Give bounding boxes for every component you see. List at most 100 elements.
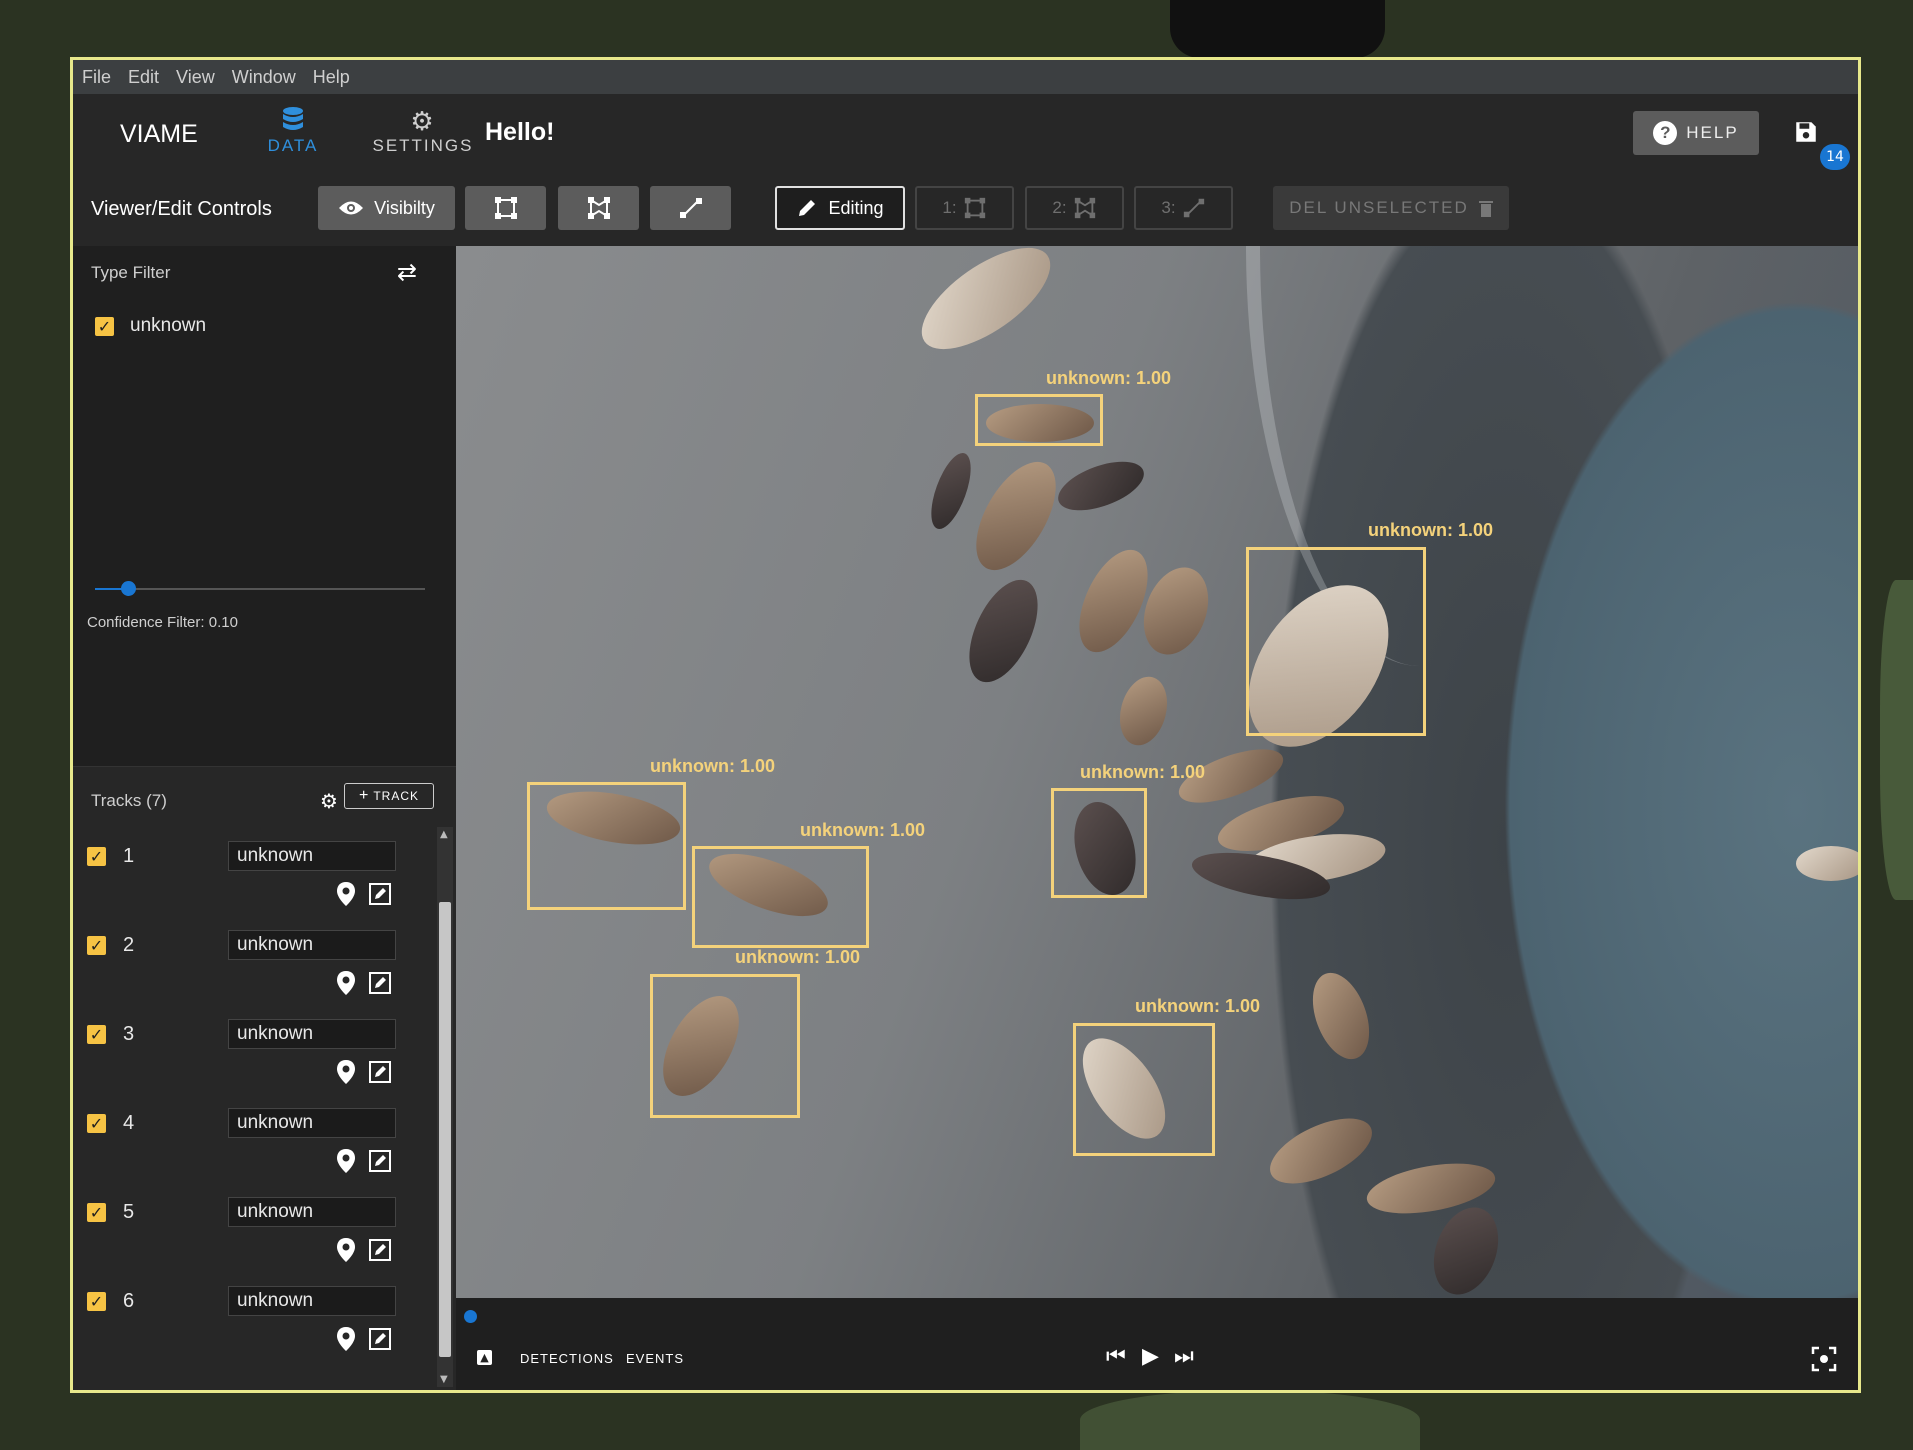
chevron-up-icon[interactable]: ▲ — [477, 1350, 492, 1365]
bounding-box-icon — [494, 197, 517, 219]
track-type-field[interactable]: unknown — [228, 1108, 396, 1138]
menu-edit[interactable]: Edit — [128, 67, 159, 88]
map-pin-icon[interactable] — [336, 1237, 356, 1263]
scroll-up-icon[interactable]: ▲ — [440, 829, 448, 840]
track-row[interactable]: ✓ 3 unknown — [73, 1015, 433, 1104]
polygon-visibility-button[interactable] — [558, 186, 639, 230]
map-pin-icon[interactable] — [336, 970, 356, 996]
detection-label: unknown: 1.00 — [650, 756, 776, 776]
track-type-field[interactable]: unknown — [228, 930, 396, 960]
skip-previous-icon[interactable]: ⏮ — [1106, 1344, 1126, 1369]
confidence-slider-handle[interactable] — [121, 581, 136, 596]
detection-label: unknown: 1.00 — [1080, 762, 1206, 782]
polygon-icon — [1074, 197, 1095, 219]
sea-lion — [955, 569, 1052, 693]
type-filter-checkbox[interactable]: ✓ — [95, 317, 114, 336]
edit-icon[interactable] — [369, 972, 391, 994]
menu-help[interactable]: Help — [313, 67, 350, 88]
unsaved-count-badge: 14 — [1820, 144, 1850, 170]
tab-detections[interactable]: DETECTIONS — [520, 1351, 614, 1366]
visibility-button[interactable]: Visibilty — [318, 186, 455, 230]
track-checkbox[interactable]: ✓ — [87, 936, 106, 955]
help-button[interactable]: ? HELP — [1633, 111, 1759, 155]
skip-next-icon[interactable]: ⏭ — [1174, 1344, 1194, 1369]
tab-data[interactable]: DATA — [243, 106, 343, 156]
track-row[interactable]: ✓ 5 unknown — [73, 1193, 433, 1282]
tab-settings-label: SETTINGS — [372, 136, 474, 155]
tracks-scrollbar[interactable]: ▲ ▼ — [437, 827, 453, 1387]
edit-icon[interactable] — [369, 883, 391, 905]
track-checkbox[interactable]: ✓ — [87, 1025, 106, 1044]
editing-button[interactable]: Editing — [775, 186, 905, 230]
detection-box[interactable] — [527, 782, 686, 910]
detection-box[interactable] — [1073, 1023, 1215, 1156]
menu-file[interactable]: File — [82, 67, 111, 88]
play-icon[interactable]: ▶ — [1142, 1344, 1159, 1369]
brand-title[interactable]: VIAME — [120, 120, 198, 149]
track-type-field[interactable]: unknown — [228, 1286, 396, 1316]
detection-box[interactable] — [692, 846, 869, 948]
bounding-box-icon — [964, 197, 985, 219]
mode-1-label: 1: — [942, 198, 957, 217]
swap-icon[interactable]: ⇄ — [397, 258, 417, 286]
map-pin-icon[interactable] — [336, 1326, 356, 1352]
sea-lion — [960, 449, 1072, 583]
map-pin-icon[interactable] — [336, 1059, 356, 1085]
add-track-button[interactable]: + TRACK — [344, 783, 434, 809]
gear-icon[interactable]: ⚙ — [320, 789, 338, 813]
edit-icon[interactable] — [369, 1328, 391, 1350]
line-visibility-button[interactable] — [650, 186, 731, 230]
scroll-thumb[interactable] — [439, 902, 451, 1357]
edit-icon[interactable] — [369, 1150, 391, 1172]
menu-window[interactable]: Window — [232, 67, 296, 88]
help-circle-icon: ? — [1653, 121, 1678, 145]
detection-label: unknown: 1.00 — [735, 947, 861, 967]
track-checkbox[interactable]: ✓ — [87, 1203, 106, 1222]
fullscreen-focus-icon[interactable] — [1811, 1346, 1837, 1372]
track-type-field[interactable]: unknown — [228, 1019, 396, 1049]
detection-box[interactable] — [1246, 547, 1426, 736]
sea-lion — [1302, 965, 1380, 1067]
mode-3-line-button[interactable]: 3: — [1134, 186, 1233, 230]
track-row[interactable]: ✓ 2 unknown — [73, 926, 433, 1015]
line-icon — [1183, 198, 1204, 218]
detection-box[interactable] — [975, 394, 1103, 446]
track-row[interactable]: ✓ 4 unknown — [73, 1104, 433, 1193]
confidence-slider[interactable] — [95, 588, 425, 590]
track-type-field[interactable]: unknown — [228, 841, 396, 871]
track-checkbox[interactable]: ✓ — [87, 1114, 106, 1133]
frame-slider-handle[interactable] — [464, 1310, 477, 1323]
track-checkbox[interactable]: ✓ — [87, 847, 106, 866]
mode-1-rectangle-button[interactable]: 1: — [915, 186, 1014, 230]
save-icon[interactable] — [1793, 119, 1819, 145]
track-checkbox[interactable]: ✓ — [87, 1292, 106, 1311]
delete-unselected-label: DEL UNSELECTED — [1289, 198, 1469, 217]
menu-bar: File Edit View Window Help — [73, 60, 1858, 94]
map-pin-icon[interactable] — [336, 1148, 356, 1174]
type-filter-item-label: unknown — [130, 315, 207, 336]
menu-view[interactable]: View — [176, 67, 215, 88]
detection-box[interactable] — [650, 974, 800, 1118]
track-id: 2 — [123, 934, 135, 956]
greeting-text: Hello! — [485, 118, 555, 146]
type-filter-title: Type Filter — [91, 263, 171, 282]
track-row[interactable]: ✓ 6 unknown — [73, 1282, 433, 1371]
tab-events[interactable]: EVENTS — [626, 1351, 684, 1366]
track-row[interactable]: ✓ 1 unknown — [73, 837, 433, 926]
delete-unselected-button[interactable]: DEL UNSELECTED — [1273, 186, 1509, 230]
scroll-down-icon[interactable]: ▼ — [440, 1374, 448, 1385]
tab-settings[interactable]: ⚙ SETTINGS — [353, 106, 493, 156]
map-pin-icon[interactable] — [336, 881, 356, 907]
sea-lion — [1051, 451, 1151, 521]
detection-box[interactable] — [1051, 788, 1147, 898]
edit-icon[interactable] — [369, 1061, 391, 1083]
pencil-icon — [799, 200, 816, 216]
edit-toolbar: Viewer/Edit Controls Visibilty Editing 1… — [73, 174, 1858, 246]
edit-icon[interactable] — [369, 1239, 391, 1261]
mode-2-polygon-button[interactable]: 2: — [1025, 186, 1124, 230]
image-viewer[interactable]: unknown: 1.00 unknown: 1.00 unknown: 1.0… — [456, 246, 1858, 1298]
sea-lion — [1112, 671, 1175, 751]
track-type-field[interactable]: unknown — [228, 1197, 396, 1227]
toolbar-label: Viewer/Edit Controls — [91, 198, 272, 220]
rectangle-visibility-button[interactable] — [465, 186, 546, 230]
